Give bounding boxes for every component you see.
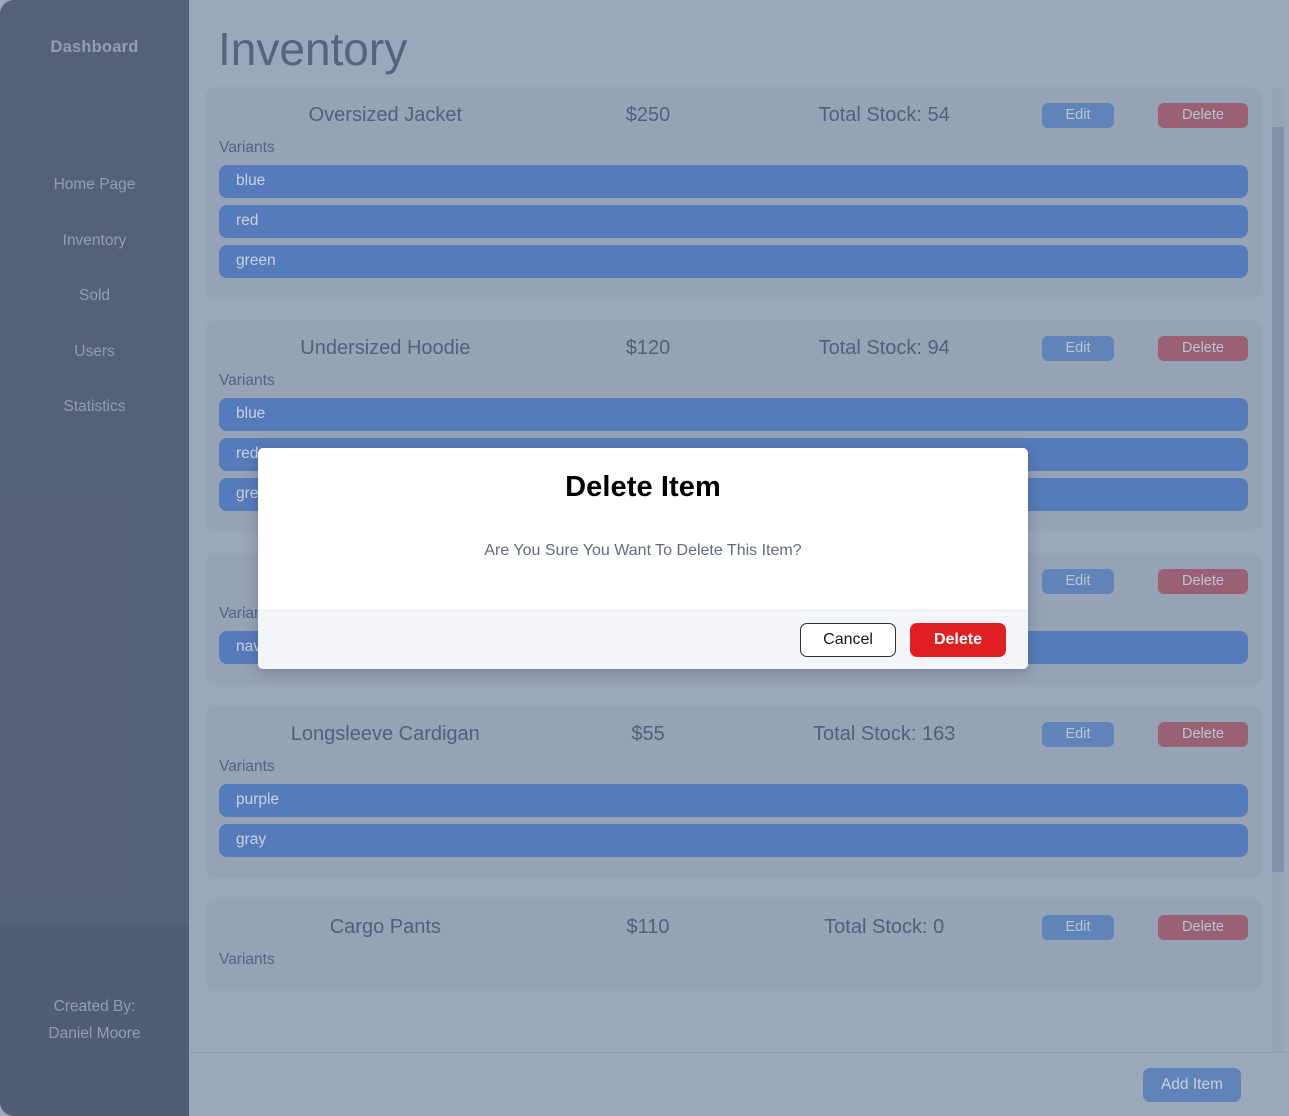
modal-cancel-button[interactable]: Cancel	[800, 623, 896, 657]
modal-footer: Cancel Delete	[258, 610, 1028, 669]
delete-item-modal: Delete Item Are You Sure You Want To Del…	[258, 448, 1028, 669]
modal-title: Delete Item	[565, 471, 721, 503]
modal-body: Delete Item Are You Sure You Want To Del…	[258, 448, 1028, 610]
app-root: Dashboard Home Page Inventory Sold Users…	[0, 0, 1289, 1116]
modal-confirm-delete-button[interactable]: Delete	[909, 623, 1006, 657]
modal-message: Are You Sure You Want To Delete This Ite…	[484, 542, 802, 559]
